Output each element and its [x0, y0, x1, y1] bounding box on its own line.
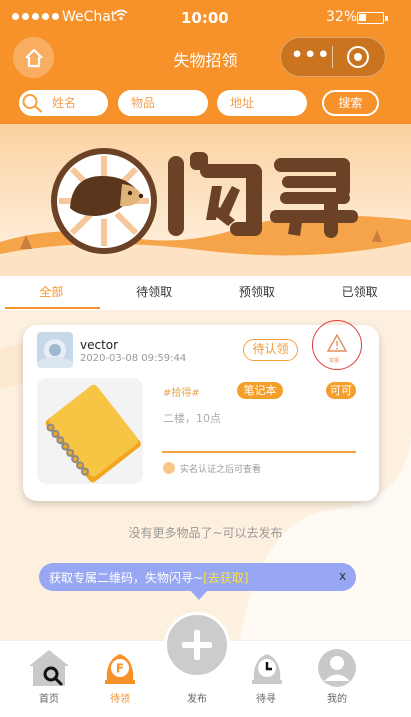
item-photo[interactable] [37, 378, 143, 484]
location-pin-icon [163, 462, 175, 474]
promo-arrow [190, 590, 208, 600]
brand-banner [0, 124, 411, 276]
address-search-input[interactable]: 地址 [217, 90, 307, 116]
item-search-input[interactable]: 物品 [118, 90, 208, 116]
report-label: 举报 [329, 358, 340, 364]
plus-icon [182, 630, 212, 660]
tab-label-mine: 我的 [327, 694, 347, 705]
signal-dots-icon [12, 13, 59, 20]
promo-message: 获取专属二维码，失物闪寻~ [49, 571, 204, 585]
verify-hint: 实名认证之后可查看 [180, 465, 262, 475]
tab-claim[interactable]: F [101, 648, 139, 692]
capsule-divider [332, 46, 333, 68]
home-search-icon [29, 650, 69, 686]
carrier-name: WeChat [62, 9, 117, 25]
more-menu-icon[interactable]: ••• [291, 44, 330, 66]
tab-seek[interactable] [248, 648, 286, 692]
avatar[interactable] [37, 332, 73, 368]
promo-get-link[interactable]: [去获取] [203, 571, 248, 585]
tab-label-home: 首页 [39, 694, 59, 705]
status-badge: 可可 [326, 382, 356, 399]
tab-mine[interactable] [317, 648, 357, 692]
battery-tip [385, 16, 388, 21]
battery-percent: 32% [326, 9, 358, 25]
wifi-icon [114, 9, 128, 25]
battery-icon [357, 12, 384, 24]
status-time: 10:00 [181, 9, 229, 27]
item-type-tag: #拾得# [163, 388, 200, 399]
close-program-icon[interactable] [347, 46, 369, 68]
tab-home[interactable] [27, 648, 71, 692]
publish-button[interactable] [164, 612, 230, 678]
tab-all[interactable]: 全部 [0, 276, 103, 310]
tab-reserved[interactable]: 预领取 [206, 276, 309, 310]
user-avatar-icon [318, 649, 356, 687]
post-time: 2020-03-08 09:59:44 [80, 353, 187, 364]
svg-text:F: F [116, 662, 124, 676]
tab-pending[interactable]: 待领取 [103, 276, 206, 310]
no-more-text: 没有更多物品了~可以去发布 [128, 526, 283, 540]
item-description: 二楼，10点 [163, 412, 221, 425]
search-icon [21, 93, 43, 117]
card-divider [162, 451, 356, 453]
claim-badge-icon: F [105, 654, 135, 684]
tab-label-publish: 发布 [187, 694, 207, 705]
poster-username: vector [80, 338, 119, 352]
active-tab-indicator [5, 307, 100, 309]
tab-label-claim: 待领 [110, 694, 130, 705]
tab-label-seek: 待寻 [256, 694, 276, 705]
clock-bell-icon [252, 654, 282, 684]
hedgehog-logo-icon [51, 148, 157, 254]
promo-text: 获取专属二维码，失物闪寻~[去获取] [49, 569, 248, 586]
tab-claimed[interactable]: 已领取 [308, 276, 411, 310]
category-badge: 笔记本 [237, 382, 283, 399]
warning-icon [326, 333, 348, 352]
claim-button[interactable]: 待认领 [243, 339, 298, 361]
search-button[interactable]: 搜索 [322, 90, 379, 116]
filter-tabs: 全部 待领取 预领取 已领取 [0, 276, 411, 310]
promo-close-button[interactable]: x [339, 569, 346, 583]
